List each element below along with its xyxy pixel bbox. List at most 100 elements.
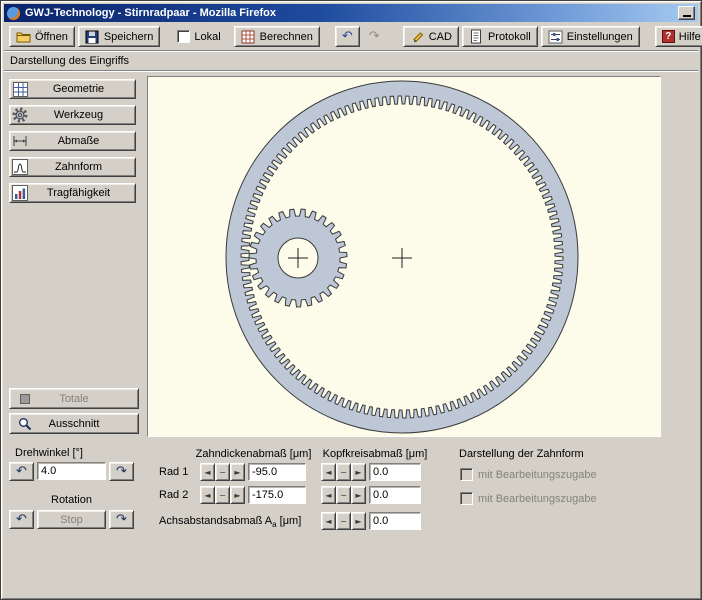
totale-button[interactable]: Totale (9, 388, 139, 409)
rotate-step-left-button[interactable]: ↶ (9, 462, 34, 481)
zahnform-panel-title: Darstellung der Zahnform (459, 448, 584, 460)
settings-sliders-icon (548, 29, 563, 44)
achsabstand-field[interactable] (369, 512, 421, 530)
gear-diagram (148, 77, 660, 436)
achsabstand-spinner: ◄ − ► (321, 512, 366, 530)
local-checkbox[interactable] (177, 30, 190, 43)
open-button-label: Öffnen (35, 31, 68, 43)
rad2-zahndicke-spinner: ◄ − ► (200, 486, 245, 504)
spin-right-button[interactable]: ► (230, 486, 245, 504)
spin-right-button[interactable]: ► (351, 486, 366, 504)
protocol-button[interactable]: Protokoll (462, 26, 538, 47)
rotation-cw-button[interactable]: ↷ (109, 510, 134, 529)
app-window: GWJ-Technology - Stirnradpaar - Mozilla … (0, 0, 702, 600)
zahndicke-column-header: Zahndickenabmaß [μm] (186, 448, 321, 460)
save-button-label: Speichern (104, 31, 154, 43)
bearbeitungszugabe-label-1: mit Bearbeitungszugabe (478, 469, 597, 481)
spin-mid-button[interactable]: − (215, 463, 230, 481)
cad-pencil-icon (410, 29, 425, 44)
sidebar-item-zahnform[interactable]: Zahnform (9, 157, 136, 177)
spin-left-button[interactable]: ◄ (321, 486, 336, 504)
cad-button-label: CAD (429, 31, 452, 43)
rad2-kopfkreis-field[interactable] (369, 486, 421, 504)
rotation-ccw-button[interactable]: ↶ (9, 510, 34, 529)
sidebar-item-abmasse[interactable]: Abmaße (9, 131, 136, 151)
titlebar: GWJ-Technology - Stirnradpaar - Mozilla … (4, 4, 698, 22)
save-button[interactable]: Speichern (78, 26, 161, 47)
section-header: Darstellung des Eingriffs (4, 52, 698, 71)
rad2-kopfkreis-spinner: ◄ − ► (321, 486, 366, 504)
totale-icon (17, 391, 33, 407)
open-button[interactable]: Öffnen (9, 26, 75, 47)
sidebar-item-label: Abmaße (28, 135, 135, 147)
ausschnitt-button-label: Ausschnitt (49, 418, 100, 430)
spin-mid-button[interactable]: − (336, 512, 351, 530)
drehwinkel-field[interactable] (37, 462, 106, 480)
help-button[interactable]: ? Hilfe (655, 26, 702, 47)
sidebar-item-tragfaehigkeit[interactable]: Tragfähigkeit (9, 183, 136, 203)
sidebar-item-label: Geometrie (28, 83, 135, 95)
ausschnitt-button[interactable]: Ausschnitt (9, 413, 139, 434)
abmasse-caliper-icon (12, 133, 28, 149)
help-icon: ? (662, 30, 675, 43)
firefox-app-icon (7, 7, 20, 20)
help-button-label: Hilfe (679, 31, 701, 43)
protocol-button-label: Protokoll (488, 31, 531, 43)
spin-mid-button[interactable]: − (215, 486, 230, 504)
calculate-icon (241, 29, 256, 44)
rotation-stop-button[interactable]: Stop (37, 510, 106, 529)
rotation-cw-icon: ↷ (116, 513, 127, 526)
cad-button[interactable]: CAD (403, 26, 459, 47)
tragfaehigkeit-chart-icon (12, 185, 28, 201)
kopfkreis-column-header: Kopfkreisabmaß [μm] (317, 448, 433, 460)
rad1-kopfkreis-spinner: ◄ − ► (321, 463, 366, 481)
settings-button-label: Einstellungen (567, 31, 633, 43)
spin-right-button[interactable]: ► (351, 463, 366, 481)
rad1-label: Rad 1 (159, 466, 188, 478)
gear-engagement-view (147, 76, 661, 437)
calculate-button[interactable]: Berechnen (234, 26, 320, 47)
minimize-icon (683, 15, 691, 17)
spin-right-button[interactable]: ► (230, 463, 245, 481)
sidebar-item-geometrie[interactable]: Geometrie (9, 79, 136, 99)
rad2-zahndicke-field[interactable] (248, 486, 306, 504)
rad1-kopfkreis-field[interactable] (369, 463, 421, 481)
spin-left-button[interactable]: ◄ (321, 512, 336, 530)
spin-right-button[interactable]: ► (351, 512, 366, 530)
totale-button-label: Totale (59, 393, 88, 405)
spin-left-button[interactable]: ◄ (200, 486, 215, 504)
minimize-button[interactable] (678, 6, 695, 20)
rotate-step-right-button[interactable]: ↷ (109, 462, 134, 481)
undo-icon: ↶ (342, 30, 353, 43)
save-disk-icon (85, 29, 100, 44)
sidebar-item-werkzeug[interactable]: Werkzeug (9, 105, 136, 125)
redo-icon: ↷ (369, 30, 380, 43)
ausschnitt-magnifier-icon (17, 416, 33, 432)
spin-left-button[interactable]: ◄ (200, 463, 215, 481)
large-gear-center-cross (392, 248, 412, 268)
zahnform-tooth-icon (12, 159, 28, 175)
bearbeitungszugabe-option-2: mit Bearbeitungszugabe (460, 492, 597, 505)
sidebar-item-label: Tragfähigkeit (28, 187, 135, 199)
spin-left-button[interactable]: ◄ (321, 463, 336, 481)
undo-button[interactable]: ↶ (335, 26, 360, 47)
bearbeitungszugabe-option-1: mit Bearbeitungszugabe (460, 468, 597, 481)
bearbeitungszugabe-label-2: mit Bearbeitungszugabe (478, 493, 597, 505)
spin-mid-button[interactable]: − (336, 486, 351, 504)
bearbeitungszugabe-checkbox-1[interactable] (460, 468, 473, 481)
rad1-zahndicke-field[interactable] (248, 463, 306, 481)
rotate-left-icon: ↶ (16, 465, 27, 478)
spin-mid-button[interactable]: − (336, 463, 351, 481)
calculate-button-label: Berechnen (260, 31, 313, 43)
rad2-label: Rad 2 (159, 489, 188, 501)
main-toolbar: Öffnen Speichern Lokal Berechnen ↶ ↷ (4, 23, 698, 51)
werkzeug-gear-icon (12, 107, 28, 123)
sidebar-item-label: Werkzeug (28, 109, 135, 121)
achsabstand-label: Achsabstandsabmaß Aa [μm] (159, 515, 301, 529)
open-folder-icon (16, 29, 31, 44)
section-title: Darstellung des Eingriffs (10, 55, 129, 67)
local-checkbox-label: Lokal (194, 31, 220, 43)
redo-button[interactable]: ↷ (363, 26, 386, 47)
settings-button[interactable]: Einstellungen (541, 26, 640, 47)
bearbeitungszugabe-checkbox-2[interactable] (460, 492, 473, 505)
